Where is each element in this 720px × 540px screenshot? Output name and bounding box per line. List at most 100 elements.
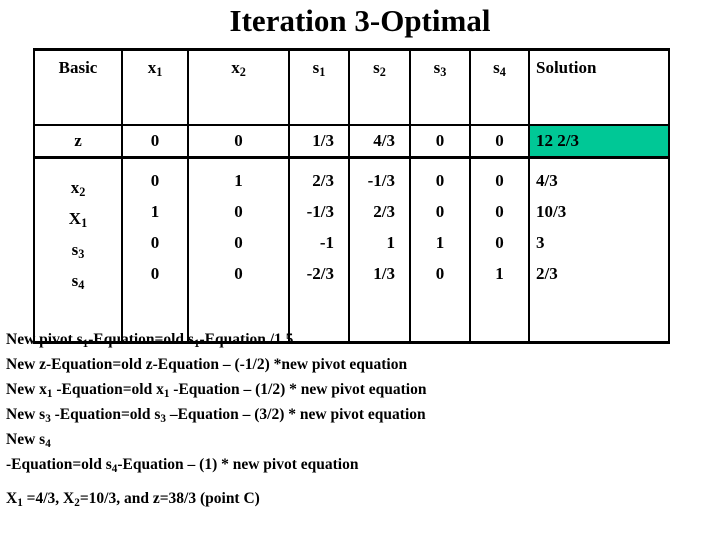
tableau-cell: 3 xyxy=(536,233,545,252)
note-s3: New s3 -Equation=old s3 –Equation – (3/2… xyxy=(6,406,426,426)
tableau-body-rows: x2 X1 s3 s4 0100 1000 2/3 -1/3 -1 -2/3 -1/3 2/3… xyxy=(33,157,670,344)
note-subscript: 2 xyxy=(74,497,80,510)
tableau-cell: 0 xyxy=(150,171,160,190)
simplex-tableau: Basic x1 x2 s1 s2 s3 s4 Solution z 0 0 1… xyxy=(33,48,670,344)
cell-group-basic: x2 X1 s3 s4 xyxy=(33,157,123,344)
cell-group-x1: 0 1 0 0 xyxy=(121,157,189,344)
header-subscript: 4 xyxy=(499,65,506,80)
tableau-cell: s3 xyxy=(71,240,85,262)
tableau-row-z: z 0 0 1/3 4/3 0 0 12 2/3 xyxy=(33,125,670,159)
note-subscript: 4 xyxy=(111,463,118,476)
cell-group-s3: 0 0 1 0 xyxy=(409,157,471,344)
tableau-cell: 1 xyxy=(386,233,396,252)
header-subscript: 1 xyxy=(156,65,163,80)
tableau-cell: 0 xyxy=(495,233,504,252)
cell-group-x2: 1 0 0 0 xyxy=(187,157,290,344)
tableau-cell: 0 xyxy=(435,202,445,221)
tableau-cell: -2/3 xyxy=(306,264,334,283)
cell-z-s2: 4/3 xyxy=(348,125,411,159)
column-header-s3: s3 xyxy=(409,48,471,126)
header-text: Basic xyxy=(58,58,98,77)
cell-z-s1: 1/3 xyxy=(288,125,350,159)
header-text: x xyxy=(147,58,157,77)
tableau-cell: 1/3 xyxy=(373,264,395,283)
tableau-cell: 4/3 xyxy=(536,171,558,190)
tableau-cell: 2/3 xyxy=(312,171,334,190)
tableau-cell: 2/3 xyxy=(536,264,558,283)
cell-group-s2: -1/3 2/3 1 1/3 xyxy=(348,157,411,344)
column-header-s1: s1 xyxy=(288,48,350,126)
note-subscript: 1 xyxy=(163,388,170,401)
column-header-solution: Solution xyxy=(528,48,670,126)
column-header-x1: x1 xyxy=(121,48,189,126)
tableau-cell: 0 xyxy=(234,264,243,283)
header-text: x xyxy=(231,58,240,77)
x2-values-stack: 1 0 0 0 xyxy=(189,165,288,289)
header-subscript: 1 xyxy=(319,65,326,80)
tableau-cell: -1 xyxy=(319,233,334,252)
cell-subscript: 4 xyxy=(78,278,85,293)
note-result: X1 =4/3, X2=10/3, and z=38/3 (point C) xyxy=(6,490,260,510)
cell-z-s4: 0 xyxy=(469,125,530,159)
s4-values-stack: 0 0 0 1 xyxy=(471,165,528,289)
tableau-cell: -1/3 xyxy=(306,202,334,221)
cell-subscript: 2 xyxy=(79,185,86,200)
note-s4-a: New s4 xyxy=(6,431,51,451)
note-pivot: New pivot s1-Equation=old s1-Equation /1… xyxy=(6,331,294,351)
header-subscript: 2 xyxy=(379,65,386,80)
column-header-basic: Basic xyxy=(33,48,123,126)
note-z: New z-Equation=old z-Equation – (-1/2) *… xyxy=(6,356,408,373)
s2-values-stack: -1/3 2/3 1 1/3 xyxy=(350,165,409,289)
x1-values-stack: 0 1 0 0 xyxy=(123,165,187,289)
tableau-cell: 2/3 xyxy=(373,202,395,221)
tableau-cell: 10/3 xyxy=(536,202,567,221)
cell-group-s1: 2/3 -1/3 -1 -2/3 xyxy=(288,157,350,344)
note-subscript: 4 xyxy=(45,438,51,451)
note-subscript: 3 xyxy=(160,413,166,426)
cell-group-s4: 0 0 0 1 xyxy=(469,157,530,344)
tableau-cell: x2 xyxy=(70,178,86,200)
header-text: Solution xyxy=(536,58,597,77)
tableau-cell: 0 xyxy=(150,264,160,283)
note-subscript: 1 xyxy=(193,338,200,351)
note-x1: New x1 -Equation=old x1 -Equation – (1/2… xyxy=(6,381,427,401)
note-subscript: 1 xyxy=(82,338,89,351)
note-subscript: 1 xyxy=(17,497,23,510)
tableau-cell: 1 xyxy=(495,264,504,283)
cell-subscript: 1 xyxy=(81,216,88,231)
tableau-cell: s4 xyxy=(71,271,85,293)
tableau-cell: 1 xyxy=(234,171,243,190)
tableau-cell: 1 xyxy=(150,202,160,221)
cell-basic-z: z xyxy=(33,125,123,159)
cell-z-s3: 0 xyxy=(409,125,471,159)
tableau-cell: 0 xyxy=(234,202,243,221)
s3-values-stack: 0 0 1 0 xyxy=(411,165,469,289)
basic-labels-stack: x2 X1 s3 s4 xyxy=(35,172,121,296)
header-subscript: 2 xyxy=(239,65,246,80)
tableau-cell: -1/3 xyxy=(367,171,395,190)
tableau-cell: 0 xyxy=(150,233,160,252)
column-header-s4: s4 xyxy=(469,48,530,126)
cell-group-solution: 4/3 10/3 3 2/3 xyxy=(528,157,670,344)
header-text: s xyxy=(373,58,380,77)
cell-z-x1: 0 xyxy=(121,125,189,159)
tableau-cell: 0 xyxy=(435,264,445,283)
solution-values-stack: 4/3 10/3 3 2/3 xyxy=(530,165,668,289)
tableau-cell: 0 xyxy=(234,233,243,252)
pivot-notes: New pivot s1-Equation=old s1-Equation /1… xyxy=(6,327,716,511)
tableau-cell: X1 xyxy=(68,209,88,231)
tableau-cell: 0 xyxy=(495,202,504,221)
tableau-cell: 0 xyxy=(435,171,445,190)
cell-z-solution-highlighted: 12 2/3 xyxy=(528,125,670,159)
note-s4-b: -Equation=old s4-Equation – (1) * new pi… xyxy=(6,456,359,476)
note-subscript: 3 xyxy=(45,413,51,426)
column-header-x2: x2 xyxy=(187,48,290,126)
note-subscript: 1 xyxy=(46,388,53,401)
column-header-s2: s2 xyxy=(348,48,411,126)
tableau-header-row: Basic x1 x2 s1 s2 s3 s4 Solution xyxy=(33,48,670,126)
header-text: s xyxy=(493,58,500,77)
s1-values-stack: 2/3 -1/3 -1 -2/3 xyxy=(290,165,348,289)
tableau-table: Basic x1 x2 s1 s2 s3 s4 Solution z 0 0 1… xyxy=(33,48,670,344)
header-subscript: 3 xyxy=(440,65,447,80)
tableau-cell: 0 xyxy=(495,171,504,190)
